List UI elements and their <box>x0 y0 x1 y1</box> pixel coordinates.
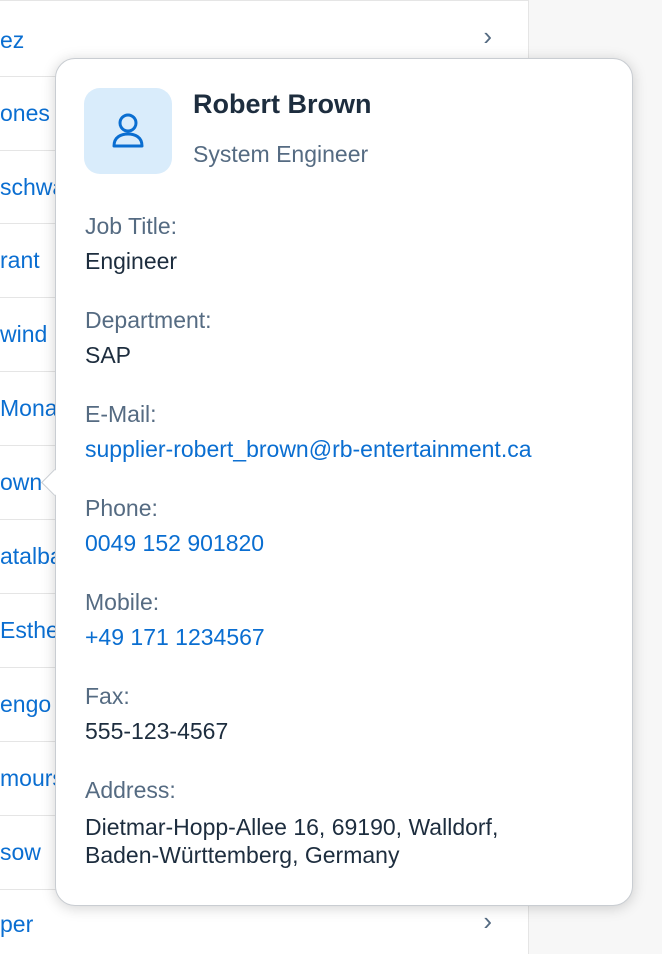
list-item-label[interactable]: rant <box>0 247 40 274</box>
contact-role: System Engineer <box>193 141 369 167</box>
list-item-label[interactable]: wind <box>0 321 47 348</box>
mobile-label: Mobile: <box>85 589 160 615</box>
list-item-label[interactable]: atalba <box>0 543 63 570</box>
list-item-label[interactable]: sow <box>0 839 41 866</box>
address-label: Address: <box>85 777 176 803</box>
fax-value: 555-123-4567 <box>85 718 229 744</box>
chevron-right-icon[interactable]: › <box>483 908 492 934</box>
list-item-label[interactable]: per <box>0 911 33 938</box>
contact-name: Robert Brown <box>193 89 372 119</box>
address-line-2: Baden-Württemberg, Germany <box>85 842 400 868</box>
phone-label: Phone: <box>85 495 158 521</box>
fax-label: Fax: <box>85 683 130 709</box>
list-item-label[interactable]: ones <box>0 100 50 127</box>
chevron-right-icon[interactable]: › <box>483 23 492 49</box>
job-title-value: Engineer <box>85 248 178 274</box>
mobile-link[interactable]: +49 171 1234567 <box>85 623 265 651</box>
email-link[interactable]: supplier-robert_brown@rb-entertainment.c… <box>85 435 532 463</box>
job-title-label: Job Title: <box>85 213 178 239</box>
list-item-label[interactable]: own <box>0 469 42 496</box>
person-icon <box>112 113 144 148</box>
department-value: SAP <box>85 342 132 368</box>
avatar <box>84 88 172 174</box>
list-item-label[interactable]: engo <box>0 691 51 718</box>
phone-link[interactable]: 0049 152 901820 <box>85 529 264 557</box>
email-label: E-Mail: <box>85 401 157 427</box>
list-item-label[interactable]: ez <box>0 27 24 54</box>
department-label: Department: <box>85 307 212 333</box>
address-line-1: Dietmar-Hopp-Allee 16, 69190, Walldorf, <box>85 814 499 840</box>
contact-popover: Robert Brown System Engineer Job Title: … <box>55 58 633 906</box>
